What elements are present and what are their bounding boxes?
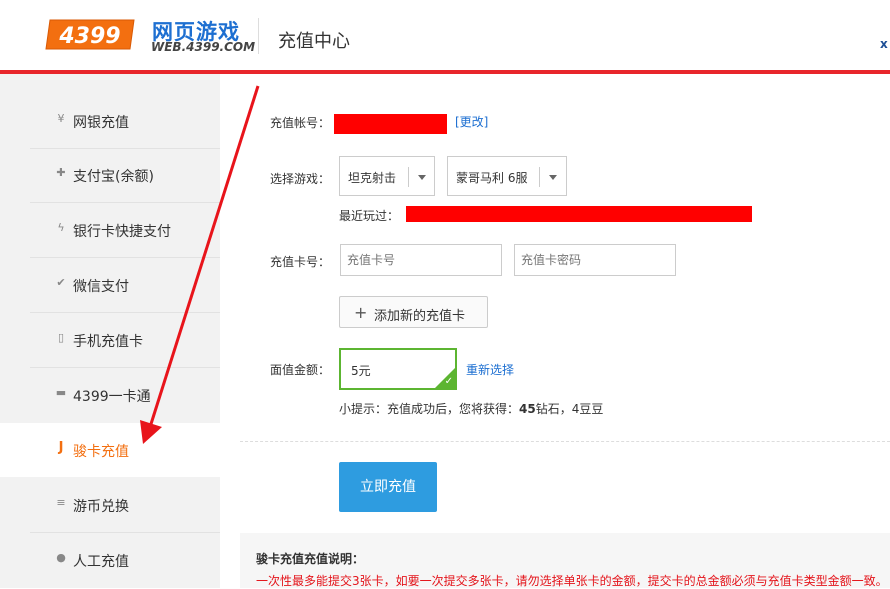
logo-domain: WEB.4399.COM: [151, 40, 256, 54]
person-icon: ●: [56, 551, 66, 564]
account-redaction: [334, 114, 447, 134]
submit-button[interactable]: 立即充值: [339, 462, 437, 512]
game-select[interactable]: 坦克射击: [339, 156, 435, 196]
add-card-label: 添加新的充值卡: [374, 309, 466, 324]
sidebar-item[interactable]: ✚ 支付宝(余额): [0, 148, 220, 202]
sidebar-item-label: 微信支付: [73, 279, 129, 295]
lightning-icon: ϟ: [57, 221, 65, 234]
sidebar-item-label: 网银充值: [73, 115, 129, 131]
change-account-link[interactable]: [更改]: [455, 113, 488, 130]
server-select-value: 蒙哥马利 6服: [456, 171, 528, 185]
chevron-down-icon: [418, 175, 426, 180]
select-divider: [539, 167, 540, 187]
4399-logo[interactable]: 4399: [44, 18, 136, 51]
card-number-input[interactable]: [340, 244, 502, 276]
game-label: 选择游戏：: [270, 172, 331, 186]
game-select-value: 坦克射击: [348, 171, 397, 185]
server-select[interactable]: 蒙哥马利 6服: [447, 156, 567, 196]
tip-diamonds: 45: [519, 402, 536, 416]
tip-beans: 4豆豆: [571, 402, 604, 416]
alipay-icon: ✚: [56, 166, 66, 179]
sidebar-item[interactable]: ▬ 4399一卡通: [0, 368, 220, 422]
sidebar-item[interactable]: ✔ 微信支付: [0, 258, 220, 312]
notes-text: 一次性最多能提交3张卡，如要一次提交多张卡，请勿选择单张卡的金额，提交卡的总金额…: [256, 574, 888, 588]
recent-games-redaction: [406, 206, 752, 222]
tip-text: 小提示：充值成功后，您将获得：45钻石，4豆豆: [339, 400, 603, 417]
wechat-icon: ✔: [56, 276, 66, 289]
amount-label: 面值金额：: [270, 363, 331, 377]
coins-icon: ≡: [56, 496, 66, 509]
sidebar-item[interactable]: ϟ 银行卡快捷支付: [0, 203, 220, 257]
recent-label: 最近玩过：: [339, 209, 400, 223]
sidebar-item-label: 支付宝(余额): [73, 169, 154, 185]
sidebar-item[interactable]: ≡ 游币兑换: [0, 478, 220, 532]
sidebar-item-label: 游币兑换: [73, 499, 129, 515]
amount-value: 5元: [351, 364, 371, 378]
sidebar-item-label: 银行卡快捷支付: [73, 224, 171, 240]
sidebar-item[interactable]: ▯ 手机充值卡: [0, 313, 220, 367]
sidebar-item-label: 手机充值卡: [73, 334, 143, 350]
sidebar-item[interactable]: J 骏卡充值: [0, 423, 240, 477]
chevron-down-icon: [549, 175, 557, 180]
card-label: 充值卡号：: [270, 255, 331, 269]
card-icon: ▬: [55, 386, 67, 399]
sidebar-item[interactable]: ¥ 网银充值: [0, 94, 220, 148]
section-divider: [240, 441, 890, 442]
tip-prefix: 小提示：充值成功后，您将获得：: [339, 402, 520, 416]
sidebar-item-label: 4399一卡通: [73, 389, 151, 405]
card-password-input[interactable]: [514, 244, 676, 276]
header-divider: [258, 18, 259, 54]
reselect-link[interactable]: 重新选择: [466, 361, 514, 378]
add-card-button[interactable]: + 添加新的充值卡: [339, 296, 488, 328]
account-label: 充值帐号：: [270, 116, 331, 130]
sidebar-item-label: 骏卡充值: [73, 444, 129, 460]
amount-option-selected[interactable]: 5元 ✓: [339, 348, 457, 390]
sidebar-item[interactable]: ● 人工充值: [0, 533, 220, 587]
plus-icon: +: [354, 303, 368, 322]
select-divider: [408, 167, 409, 187]
junka-icon: J: [58, 440, 64, 455]
notes-title: 骏卡充值充值说明：: [256, 552, 365, 566]
user-name[interactable]: x: [880, 37, 888, 51]
tip-diamonds-unit: 钻石，: [535, 402, 572, 416]
main-panel: [240, 74, 890, 588]
yen-icon: ¥: [57, 112, 65, 125]
sidebar-item-label: 人工充值: [73, 554, 129, 570]
logo-number: 4399: [58, 24, 120, 49]
check-icon: ✓: [444, 376, 453, 387]
phone-icon: ▯: [57, 331, 65, 344]
page-title: 充值中心: [278, 31, 350, 52]
header: 4399 网页游戏 WEB.4399.COM 充值中心 x: [0, 0, 890, 70]
